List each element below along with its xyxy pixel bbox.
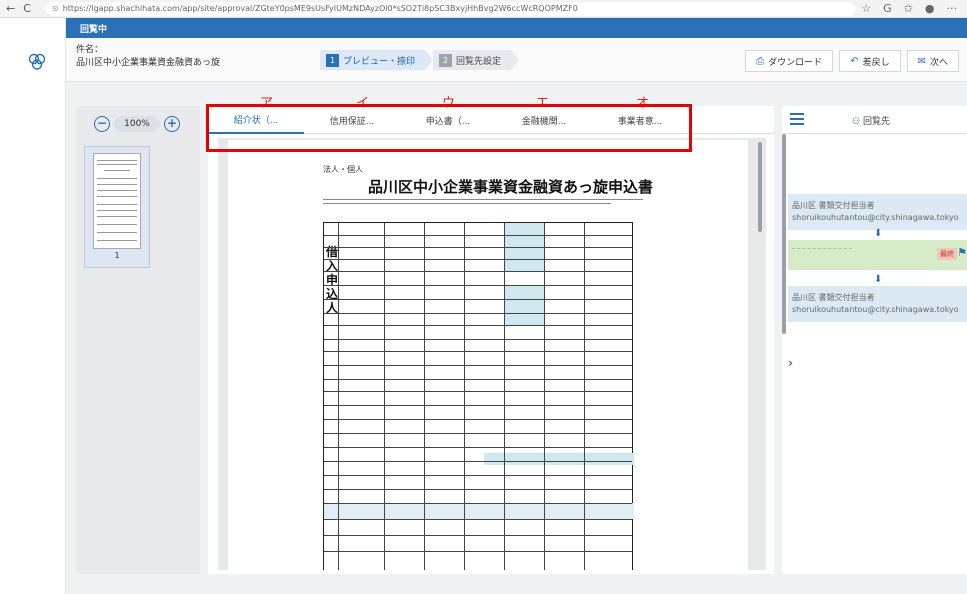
arrow-down-icon: ⬇ [874,228,883,239]
action-buttons: ⎙ ダウンロード ↶ 差戻し ✉ 次へ [745,50,959,72]
tab-label: 申込書（... [425,116,471,127]
chevron-right-icon[interactable]: › [788,356,793,370]
thumbnail-image [93,153,141,249]
application-form: 借入申込人 [323,222,634,570]
step-number: 2 [439,53,453,67]
routing-pane: ⚇ 回覧先 品川区 書類交付担当者 shoruikouhutantou@city… [782,106,967,574]
mail-icon: ✉ [917,55,926,67]
download-icon: ⎙ [756,55,765,67]
more-icon[interactable]: ··· [947,2,958,15]
tab-label: 事業者意... [617,116,663,127]
browser-actions: ☆ G ✩ ● ··· [861,2,967,15]
recipient-email: shoruikouhutantou@city.shinagawa.tokyo [792,305,959,314]
status-title: 回覧中 [80,24,108,35]
sendback-icon: ↶ [850,55,859,67]
side-label: 借入申込人 [326,245,339,315]
document-tabs: ア 紹介状（... イ 信用保証... ウ 申込書（... エ 金融機関... … [208,96,774,134]
tab-label: 紹介状（... [233,115,279,126]
recipient-email: shoruikouhutantou@city.shinagawa.tokyo [792,213,959,222]
routing-title: ⚇ 回覧先 [852,117,890,127]
step-label: プレビュー・捺印 [343,56,416,67]
account-icon[interactable]: G [883,2,892,15]
page-thumbnail[interactable]: 1 [84,146,150,268]
left-rail [0,18,66,594]
tab-label: 信用保証... [329,116,375,127]
document-page: 法人・個人 品川区中小企業事業資金融資あっ旋申込書 借入申込人 [228,140,748,570]
annotation-label: エ [536,96,550,111]
tab-label: 金融機関... [521,116,567,127]
document-scrollbar[interactable] [758,142,762,232]
document-viewer[interactable]: 法人・個人 品川区中小企業事業資金融資あっ旋申込書 借入申込人 [218,138,766,570]
download-button[interactable]: ⎙ ダウンロード [745,50,834,72]
tab-introduction[interactable]: ア 紹介状（... [208,96,304,134]
sub-header: 件名： 品川区中小企業事業資金融資あっ旋 1 プレビュー・捺印 2 回覧先設定 … [66,38,967,82]
zoom-control: − 100% + [94,116,180,132]
tab-business-opinion[interactable]: オ 事業者意... [592,96,688,134]
tab-application[interactable]: ウ 申込書（... [400,96,496,134]
browser-toolbar: ← C ⊙ https://lgapp.shachihata.com/app/s… [0,0,967,18]
routing-header: ⚇ 回覧先 [782,106,967,134]
step-label: 回覧先設定 [456,56,502,67]
recipient-dept: 品川区 書類交付担当者 [792,293,875,302]
step-arrow-icon [425,50,434,70]
final-badge: 最終 [937,248,957,260]
step-routing[interactable]: 2 回覧先設定 [433,50,512,70]
next-button[interactable]: ✉ 次へ [906,50,959,72]
subject-label: 件名： [76,45,104,55]
flag-icon: ⚑ [957,246,967,259]
routing-scrollbar[interactable] [782,134,786,334]
subject: 件名： 品川区中小企業事業資金融資あっ旋 [76,44,220,70]
url-text: https://lgapp.shachihata.com/app/site/ap… [62,4,578,13]
back-icon[interactable]: ← [6,2,15,15]
step-indicator: 1 プレビュー・捺印 2 回覧先設定 [320,50,520,70]
subject-value: 品川区中小企業事業資金融資あっ旋 [76,58,221,68]
step-number: 1 [326,53,339,67]
document-pane: ア 紹介状（... イ 信用保証... ウ 申込書（... エ 金融機関... … [208,96,774,574]
reload-icon[interactable]: C [23,2,31,15]
lock-icon: ⊙ [52,4,59,13]
favorite-icon[interactable]: ☆ [861,2,871,15]
route-recipient[interactable]: 品川区 書類交付担当者 shoruikouhutantou@city.shina… [788,194,967,230]
sendback-label: 差戻し [862,57,890,68]
address-bar[interactable]: ⊙ https://lgapp.shachihata.com/app/site/… [46,1,856,16]
doc-note [323,196,643,205]
people-icon: ⚇ [852,117,863,127]
recipient-dept: 品川区 書類交付担当者 [792,201,875,210]
annotation-label: ウ [442,96,456,111]
tab-credit-guarantee[interactable]: イ 信用保証... [304,96,400,134]
sendback-button[interactable]: ↶ 差戻し [839,50,901,72]
route-recipient[interactable]: 品川区 書類交付担当者 shoruikouhutantou@city.shina… [788,286,967,322]
profile-icon[interactable]: ● [925,2,935,15]
status-bar: 回覧中 [66,18,967,38]
step-arrow-icon [511,50,520,70]
doc-title: 品川区中小企業事業資金融資あっ旋申込書 [368,178,654,196]
download-label: ダウンロード [768,57,823,68]
doc-subheader: 法人・個人 [323,165,363,174]
annotation-label: ア [260,96,274,111]
page-number: 1 [114,251,120,260]
next-label: 次へ [929,57,948,68]
arrow-down-icon: ⬇ [874,274,883,285]
app-logo-icon[interactable] [27,52,47,72]
annotation-label: オ [636,96,650,111]
zoom-level[interactable]: 100% [114,116,160,132]
route-current[interactable]: 最終 ⚑ [788,240,967,270]
browser-nav: ← C [0,2,40,15]
collections-icon[interactable]: ✩ [904,2,913,15]
tab-financial-institution[interactable]: エ 金融機関... [496,96,592,134]
zoom-out-button[interactable]: − [94,116,110,132]
thumbnail-pane: − 100% + 1 [76,106,200,574]
annotation-label: イ [356,96,370,111]
step-preview[interactable]: 1 プレビュー・捺印 [320,50,426,70]
zoom-in-button[interactable]: + [164,116,180,132]
menu-icon[interactable] [790,113,804,125]
